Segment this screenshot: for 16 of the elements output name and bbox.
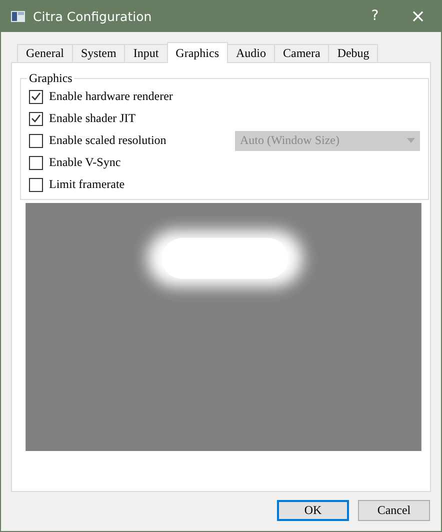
checkbox-label: Enable shader JIT <box>49 111 137 126</box>
tab[interactable]: System <box>72 44 126 62</box>
checkbox-label: Limit framerate <box>49 177 126 192</box>
help-button[interactable]: ? <box>355 0 395 32</box>
checkbox-label: Enable hardware renderer <box>49 89 174 104</box>
checkbox-label: Enable V-Sync <box>49 155 122 170</box>
tab[interactable]: Graphics <box>166 42 228 63</box>
dialog-button[interactable]: Cancel <box>358 500 430 521</box>
tab[interactable]: Input <box>124 44 168 62</box>
group-title: Graphics <box>28 71 74 86</box>
checkbox-label: Enable scaled resolution <box>49 133 168 148</box>
close-button[interactable]: × <box>395 0 441 32</box>
window-title: Citra Configuration <box>33 8 153 24</box>
tab[interactable]: Debug <box>328 44 378 62</box>
dialog-button[interactable]: OK <box>277 500 349 521</box>
tab[interactable]: General <box>17 44 73 62</box>
